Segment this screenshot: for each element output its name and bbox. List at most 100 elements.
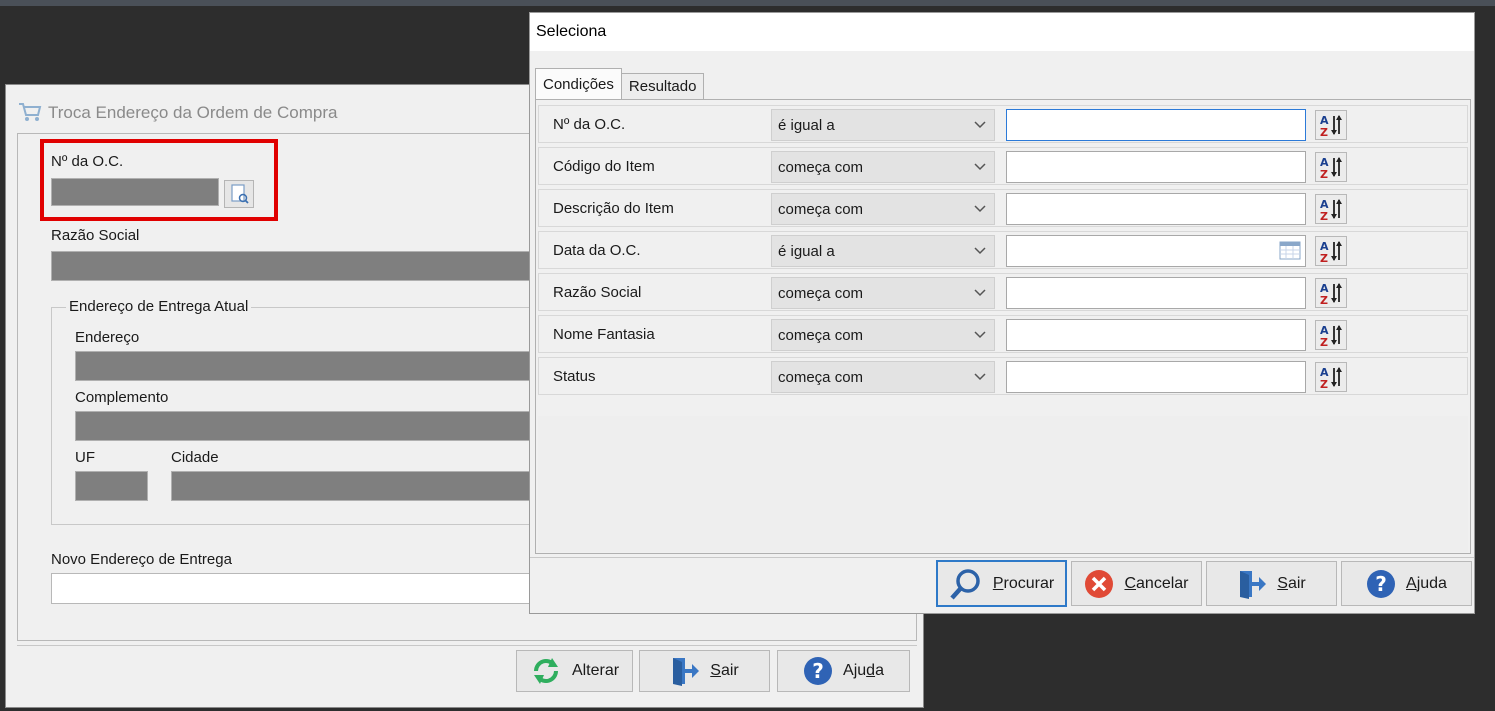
svg-text:Z: Z xyxy=(1320,378,1328,389)
exit-door-icon xyxy=(1240,570,1267,599)
operator-select[interactable]: começa com xyxy=(771,361,995,393)
ajuda-button-label: Ajuda xyxy=(843,662,884,679)
endereco-label: Endereço xyxy=(75,329,140,346)
conditions-panel: Nº da O.C. é igual a A Z Código do Item … xyxy=(535,99,1471,554)
condition-value-input[interactable] xyxy=(1006,277,1306,309)
chevron-down-icon xyxy=(974,205,986,213)
condition-row-razao-social: Razão Social começa com A Z xyxy=(538,273,1468,311)
operator-select[interactable]: começa com xyxy=(771,277,995,309)
help-icon: ? xyxy=(804,657,833,685)
shopping-cart-icon xyxy=(19,103,42,121)
operator-value: começa com xyxy=(778,285,864,302)
condition-value-input[interactable] xyxy=(1006,151,1306,183)
tab-resultado[interactable]: Resultado xyxy=(620,73,705,99)
condition-label: Descrição do Item xyxy=(553,200,674,217)
sort-az-icon: A Z xyxy=(1320,324,1342,347)
sort-az-button[interactable]: A Z xyxy=(1315,110,1347,140)
conditions-empty-area xyxy=(538,416,1468,552)
svg-text:Z: Z xyxy=(1320,210,1328,221)
sort-az-button[interactable]: A Z xyxy=(1315,152,1347,182)
tab-strip: Condições Resultado xyxy=(535,68,705,99)
search-icon xyxy=(950,568,980,600)
procurar-button-label: Procurar xyxy=(992,574,1055,592)
condition-label: Código do Item xyxy=(553,158,655,175)
operator-value: é igual a xyxy=(778,243,835,260)
operator-select[interactable]: é igual a xyxy=(771,109,995,141)
operator-value: começa com xyxy=(778,327,864,344)
date-input[interactable] xyxy=(1006,235,1306,267)
sort-az-icon: A Z xyxy=(1320,198,1342,221)
dialog-ajuda-button-label: Ajuda xyxy=(1406,574,1447,592)
condition-row-status: Status começa com A Z xyxy=(538,357,1468,395)
cidade-label: Cidade xyxy=(171,449,219,466)
current-address-group-title: Endereço de Entrega Atual xyxy=(66,298,252,315)
sort-az-icon: A Z xyxy=(1320,366,1342,389)
refresh-icon xyxy=(533,658,558,684)
complemento-label: Complemento xyxy=(75,389,169,406)
sort-az-button[interactable]: A Z xyxy=(1315,278,1347,308)
sort-az-icon: A Z xyxy=(1320,240,1342,263)
condition-label: Status xyxy=(553,368,596,385)
condition-value-input[interactable] xyxy=(1006,109,1306,141)
dialog-sair-button-label: Sair xyxy=(1277,574,1306,592)
svg-text:Z: Z xyxy=(1320,336,1328,347)
footer-divider xyxy=(17,645,917,646)
sort-az-icon: A Z xyxy=(1320,282,1342,305)
operator-select[interactable]: começa com xyxy=(771,151,995,183)
razao-social-label: Razão Social xyxy=(51,227,140,244)
condition-label: Nome Fantasia xyxy=(553,326,655,343)
desktop-top-strip xyxy=(0,0,1495,6)
alterar-button[interactable]: Alterar xyxy=(516,650,633,692)
alterar-button-label: Alterar xyxy=(571,662,620,679)
dialog-ajuda-button[interactable]: ? Ajuda xyxy=(1341,561,1472,606)
novo-endereco-label: Novo Endereço de Entrega xyxy=(51,551,232,568)
chevron-down-icon xyxy=(974,121,986,129)
dialog-sair-button[interactable]: Sair xyxy=(1206,561,1337,606)
chevron-down-icon xyxy=(974,289,986,297)
uf-field xyxy=(75,471,148,501)
sort-az-button[interactable]: A Z xyxy=(1315,236,1347,266)
tab-condicoes[interactable]: Condições xyxy=(535,68,622,99)
condition-row-data-oc: Data da O.C. é igual a A Z xyxy=(538,231,1468,269)
svg-text:?: ? xyxy=(1375,572,1387,596)
sair-button-label: Sair xyxy=(710,662,739,679)
sort-az-icon: A Z xyxy=(1320,114,1342,137)
operator-select[interactable]: começa com xyxy=(771,319,995,351)
cancelar-button-label: Cancelar xyxy=(1124,574,1189,592)
cidade-field xyxy=(171,471,541,501)
svg-text:Z: Z xyxy=(1320,294,1328,305)
procurar-button[interactable]: Procurar xyxy=(936,560,1067,607)
dialog-titlebar: Seleciona xyxy=(530,13,1474,51)
complemento-field xyxy=(75,411,545,441)
cancelar-button[interactable]: Cancelar xyxy=(1071,561,1202,606)
chevron-down-icon xyxy=(974,163,986,171)
razao-social-field xyxy=(51,251,541,281)
chevron-down-icon xyxy=(974,373,986,381)
svg-text:?: ? xyxy=(812,659,824,683)
chevron-down-icon xyxy=(974,247,986,255)
endereco-field xyxy=(75,351,545,381)
exit-door-icon xyxy=(673,658,700,686)
condition-row-nome-fantasia: Nome Fantasia começa com A Z xyxy=(538,315,1468,353)
sair-button[interactable]: Sair xyxy=(639,650,770,692)
condition-value-input[interactable] xyxy=(1006,193,1306,225)
condition-label: Razão Social xyxy=(553,284,642,301)
condition-value-input[interactable] xyxy=(1006,361,1306,393)
uf-label: UF xyxy=(75,449,95,466)
sort-az-button[interactable]: A Z xyxy=(1315,362,1347,392)
operator-value: começa com xyxy=(778,369,864,386)
chevron-down-icon xyxy=(974,331,986,339)
sort-az-button[interactable]: A Z xyxy=(1315,320,1347,350)
ajuda-button[interactable]: ? Ajuda xyxy=(777,650,910,692)
operator-value: começa com xyxy=(778,201,864,218)
calendar-icon[interactable] xyxy=(1279,240,1301,260)
condition-label: Data da O.C. xyxy=(553,242,641,259)
condition-value-input[interactable] xyxy=(1006,319,1306,351)
operator-select[interactable]: começa com xyxy=(771,193,995,225)
sort-az-button[interactable]: A Z xyxy=(1315,194,1347,224)
operator-select[interactable]: é igual a xyxy=(771,235,995,267)
dialog-footer-divider xyxy=(530,557,1474,558)
sort-az-icon: A Z xyxy=(1320,156,1342,179)
condition-row-oc: Nº da O.C. é igual a A Z xyxy=(538,105,1468,143)
novo-endereco-input[interactable] xyxy=(51,573,541,604)
